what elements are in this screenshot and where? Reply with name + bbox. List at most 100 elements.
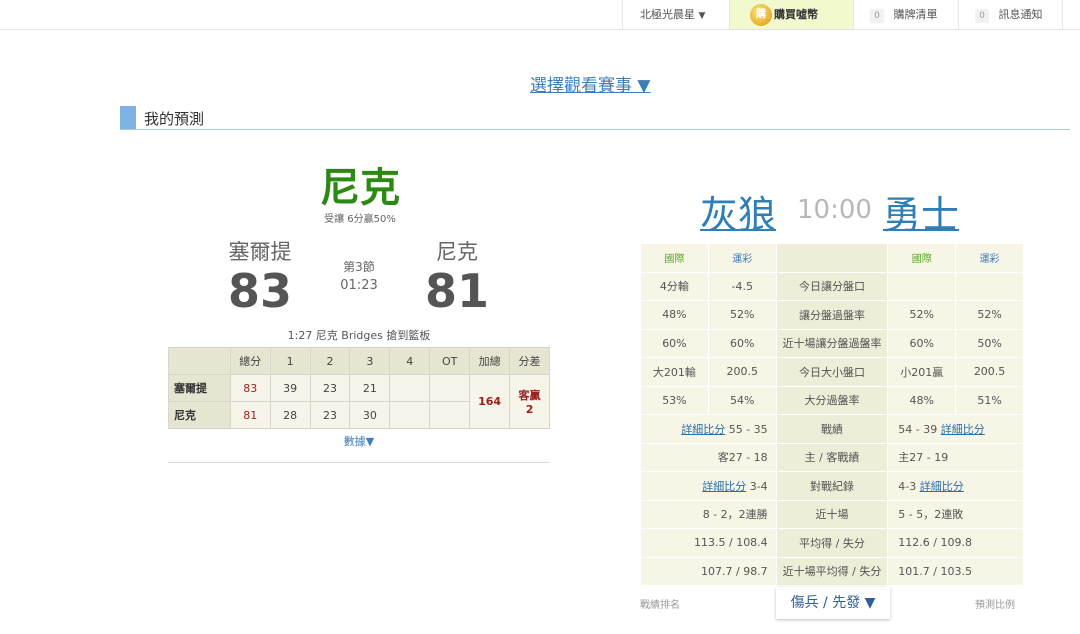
table-row: 大201輸 200.5 今日大小盤口 小201贏 200.5 — [640, 357, 1024, 387]
stat-cell: 4-3 詳細比分 — [887, 471, 1024, 501]
stat-cell: 112.6 / 109.8 — [887, 528, 1024, 558]
quarter-cell: 39 — [269, 374, 311, 402]
stat-cell: 52% — [955, 300, 1024, 330]
intl-odds-header: 國際 — [640, 243, 709, 273]
away-h2h-detail-link[interactable]: 詳細比分 — [702, 480, 746, 493]
cart-button[interactable]: 0 購牌清單 — [870, 0, 938, 29]
total-cell: 81 — [229, 401, 271, 429]
user-menu[interactable]: 北極光晨星 ▼ — [640, 0, 705, 29]
top-separator — [853, 0, 854, 29]
table-row: 107.7 / 98.7 近十場平均得 / 失分 101.7 / 103.5 — [640, 556, 1024, 586]
stat-cell: 5 - 5，2連敗 — [887, 499, 1024, 529]
matchup-time: 10:00 — [797, 195, 872, 225]
notifications-button[interactable]: 0 訊息通知 — [975, 0, 1043, 29]
quarter-cell — [389, 374, 431, 402]
stat-label — [775, 243, 889, 273]
box-score-table: 總分 1 2 3 4 OT 加總 分差 塞爾提 83 39 23 21 164 … — [168, 347, 550, 429]
user-name: 北極光晨星 — [640, 8, 695, 21]
table-row: 塞爾提 83 39 23 21 164 客贏 2 — [168, 374, 550, 429]
top-separator — [958, 0, 959, 29]
ot-cell — [429, 401, 471, 429]
header-cell: 4 — [389, 347, 431, 375]
stat-cell: 113.5 / 108.4 — [640, 528, 777, 558]
coin-icon: 購 — [750, 4, 772, 26]
section-title: 我的預測 — [144, 110, 205, 128]
matchup-away-team-link[interactable]: 灰狼 — [700, 184, 776, 239]
header-cell — [168, 347, 231, 375]
table-row: 53% 54% 大分過盤率 48% 51% — [640, 385, 1024, 415]
header-cell: 2 — [309, 347, 351, 375]
stat-label: 讓分盤過盤率 — [775, 300, 889, 330]
stat-cell: -4.5 — [707, 271, 777, 301]
buy-coins-button[interactable]: 購 購買噓幣 — [730, 0, 853, 29]
quarter-cell: 28 — [269, 401, 311, 429]
stat-cell: 48% — [887, 385, 957, 415]
stat-cell: 60% — [707, 328, 777, 358]
injuries-lineup-button[interactable]: 傷兵 / 先發 ▼ — [776, 587, 890, 619]
standings-tab[interactable]: 戰績排名 — [640, 596, 680, 611]
stat-cell: 60% — [887, 328, 957, 358]
stat-cell: 小201贏 — [887, 357, 957, 387]
stat-cell: 詳細比分 55 - 35 — [640, 414, 777, 444]
stat-cell: 客27 - 18 — [640, 442, 777, 472]
quarter-cell — [389, 401, 431, 429]
table-row: 60% 60% 近十場讓分盤過盤率 60% 50% — [640, 328, 1024, 358]
top-bar: 北極光晨星 ▼ 購 購買噓幣 0 購牌清單 0 訊息通知 — [0, 0, 1080, 30]
stat-label: 今日大小盤口 — [775, 357, 889, 387]
select-game-dropdown[interactable]: 選擇觀看賽事 ▼ — [530, 71, 650, 96]
stat-label: 平均得 / 失分 — [775, 528, 889, 558]
header-cell: 加總 — [469, 347, 511, 375]
table-row: 國際 運彩 國際 運彩 — [640, 243, 1024, 273]
home-score-detail-link[interactable]: 詳細比分 — [941, 423, 985, 436]
stat-label: 近十場讓分盤過盤率 — [775, 328, 889, 358]
diff-value: 2 — [525, 403, 534, 416]
lottery-odds-header: 運彩 — [955, 243, 1024, 273]
away-record: 55 - 35 — [728, 422, 768, 436]
away-h2h: 3-4 — [749, 479, 768, 493]
stat-cell: 54% — [707, 385, 777, 415]
game-period: 第3節 — [343, 260, 375, 274]
stats-toggle-link[interactable]: 數據▼ — [168, 433, 550, 449]
cart-count-badge: 0 — [870, 9, 884, 23]
last-play: 1:27 尼克 Bridges 搶到籃板 — [287, 329, 431, 342]
table-row: 113.5 / 108.4 平均得 / 失分 112.6 / 109.8 — [640, 528, 1024, 558]
stat-cell: 60% — [640, 328, 709, 358]
prediction-ratio-tab[interactable]: 預測比例 — [975, 596, 1015, 611]
away-team-name: 塞爾提 — [228, 240, 292, 264]
away-team-score: 83 — [227, 264, 292, 318]
notification-count-badge: 0 — [975, 9, 989, 23]
chevron-down-icon: ▼ — [698, 11, 706, 21]
stat-cell: 48% — [640, 300, 709, 330]
table-row: 4分輸 -4.5 今日讓分盤口 — [640, 271, 1024, 301]
stat-cell: 大201輸 — [640, 357, 709, 387]
home-team-name: 尼克 — [436, 240, 478, 264]
table-row: 48% 52% 讓分盤過盤率 52% 52% — [640, 300, 1024, 330]
section-marker — [120, 106, 136, 129]
header-cell: 3 — [349, 347, 391, 375]
divider — [168, 462, 550, 463]
stat-label: 近十場 — [775, 499, 889, 529]
stat-cell: 主27 - 19 — [887, 442, 1024, 472]
home-h2h: 4-3 — [898, 479, 917, 493]
top-separator — [622, 0, 623, 29]
stat-label: 戰績 — [775, 414, 889, 444]
lottery-odds-header: 運彩 — [707, 243, 777, 273]
quarter-cell: 23 — [309, 401, 351, 429]
header-cell: 1 — [269, 347, 311, 375]
sum-cell: 164 — [469, 374, 511, 429]
home-record: 54 - 39 — [898, 422, 938, 436]
stat-cell: 200.5 — [955, 357, 1024, 387]
game-clock: 01:23 — [340, 278, 378, 293]
buy-coins-label: 購買噓幣 — [774, 8, 818, 21]
stat-label: 近十場平均得 / 失分 — [775, 556, 889, 586]
stat-cell: 101.7 / 103.5 — [887, 556, 1024, 586]
section-header: 我的預測 — [120, 106, 1070, 130]
cart-label: 購牌清單 — [893, 8, 938, 21]
stat-label: 今日讓分盤口 — [775, 271, 889, 301]
away-score-detail-link[interactable]: 詳細比分 — [681, 423, 725, 436]
matchup-home-team-link[interactable]: 勇士 — [883, 184, 959, 239]
stat-cell: 200.5 — [707, 357, 777, 387]
home-h2h-detail-link[interactable]: 詳細比分 — [920, 480, 964, 493]
home-team-score: 81 — [424, 264, 489, 318]
stat-cell: 52% — [707, 300, 777, 330]
